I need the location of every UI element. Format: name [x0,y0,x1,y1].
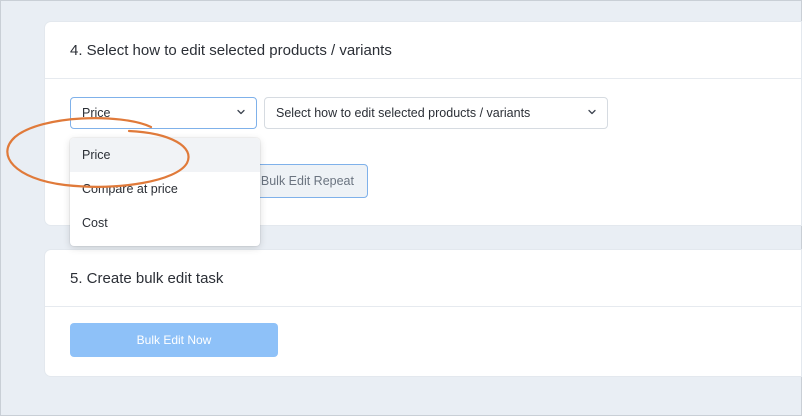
bulk-edit-repeat-button[interactable]: e Bulk Edit Repeat [245,164,368,198]
bulk-edit-now-button[interactable]: Bulk Edit Now [70,323,278,357]
step-5-card: 5. Create bulk edit task Bulk Edit Now [45,250,801,376]
step-4-title: 4. Select how to edit selected products … [45,22,801,79]
dropdown-option-cost[interactable]: Cost [70,206,260,240]
dropdown-option-price[interactable]: Price [70,138,260,172]
step-5-title: 5. Create bulk edit task [45,250,801,307]
chevron-down-icon [588,109,596,115]
field-select[interactable]: Price [70,97,257,129]
edit-mode-select-placeholder: Select how to edit selected products / v… [276,106,531,120]
field-select-value: Price [82,106,111,120]
page-frame: 4. Select how to edit selected products … [0,0,802,416]
chevron-down-icon [237,109,245,115]
edit-mode-select[interactable]: Select how to edit selected products / v… [264,97,608,129]
dropdown-option-compare-at-price[interactable]: Compare at price [70,172,260,206]
field-dropdown-menu: Price Compare at price Cost [70,138,260,246]
